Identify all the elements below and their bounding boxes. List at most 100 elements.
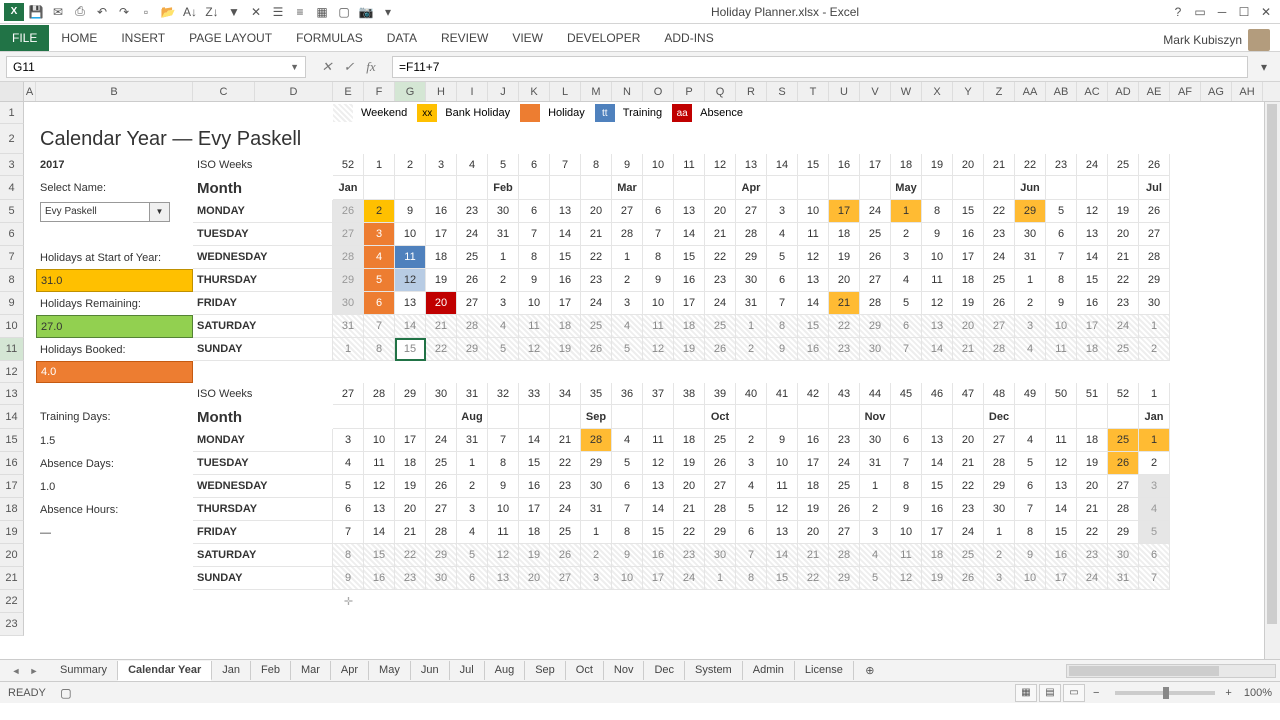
calendar-day[interactable]: 7 bbox=[767, 292, 798, 315]
calendar-day[interactable]: 22 bbox=[798, 567, 829, 590]
calendar-day[interactable]: 17 bbox=[829, 200, 860, 223]
sheet-tab-mar[interactable]: Mar bbox=[291, 661, 331, 680]
cell[interactable] bbox=[1046, 590, 1077, 613]
cell[interactable] bbox=[24, 269, 36, 292]
calendar-day[interactable]: 20 bbox=[829, 269, 860, 292]
iso-week[interactable]: 7 bbox=[550, 154, 581, 176]
calendar-day[interactable]: 16 bbox=[953, 223, 984, 246]
calendar-day[interactable]: 21 bbox=[1077, 498, 1108, 521]
calendar-day[interactable]: 24 bbox=[581, 292, 612, 315]
calendar-day[interactable]: 25 bbox=[860, 223, 891, 246]
cell[interactable] bbox=[24, 176, 36, 200]
sheet-tab-feb[interactable]: Feb bbox=[251, 661, 291, 680]
calendar-day[interactable]: 29 bbox=[829, 567, 860, 590]
calendar-day[interactable]: 24 bbox=[829, 452, 860, 475]
calendar-day[interactable]: 6 bbox=[333, 498, 364, 521]
cell[interactable] bbox=[984, 590, 1015, 613]
calendar-day[interactable]: 23 bbox=[550, 475, 581, 498]
calendar-day[interactable]: 1 bbox=[736, 315, 767, 338]
month-header[interactable] bbox=[953, 176, 984, 200]
iso-week[interactable]: 50 bbox=[1046, 383, 1077, 405]
calendar-day[interactable]: 8 bbox=[333, 544, 364, 567]
calendar-day[interactable]: 16 bbox=[674, 269, 705, 292]
calendar-day[interactable]: 27 bbox=[426, 498, 457, 521]
month-header[interactable] bbox=[1108, 176, 1139, 200]
calendar-day[interactable]: 17 bbox=[550, 292, 581, 315]
row-header-11[interactable]: 11 bbox=[0, 338, 24, 361]
page-break-view-icon[interactable]: ▭ bbox=[1063, 684, 1085, 702]
calendar-day[interactable]: 27 bbox=[736, 200, 767, 223]
calendar-day[interactable]: 7 bbox=[1139, 567, 1170, 590]
calendar-day[interactable]: 11 bbox=[519, 315, 550, 338]
calendar-day[interactable]: 15 bbox=[550, 246, 581, 269]
day-name[interactable]: THURSDAY bbox=[193, 498, 333, 521]
calendar-day[interactable]: 21 bbox=[829, 292, 860, 315]
row-header-2[interactable]: 2 bbox=[0, 124, 24, 154]
col-header-I[interactable]: I bbox=[457, 82, 488, 101]
zoom-level[interactable]: 100% bbox=[1244, 687, 1272, 699]
month-label-2[interactable]: Month bbox=[193, 405, 333, 429]
calendar-day[interactable]: 21 bbox=[798, 544, 829, 567]
calendar-day[interactable]: 4 bbox=[767, 223, 798, 246]
holidays-start-label[interactable]: Holidays at Start of Year: bbox=[36, 246, 193, 269]
calendar-day[interactable]: 11 bbox=[891, 544, 922, 567]
row-header-7[interactable]: 7 bbox=[0, 246, 24, 269]
month-header[interactable] bbox=[736, 405, 767, 429]
calendar-day[interactable]: 10 bbox=[364, 429, 395, 452]
calendar-day[interactable]: 7 bbox=[1015, 498, 1046, 521]
user-avatar-icon[interactable] bbox=[1248, 29, 1270, 51]
calendar-day[interactable]: 28 bbox=[612, 223, 643, 246]
calendar-day[interactable]: 2 bbox=[736, 338, 767, 361]
sheet-tab-aug[interactable]: Aug bbox=[485, 661, 526, 680]
calendar-day[interactable]: 7 bbox=[488, 429, 519, 452]
ribbon-tab-data[interactable]: DATA bbox=[375, 25, 429, 51]
calendar-day[interactable]: 15 bbox=[519, 452, 550, 475]
calendar-day[interactable]: 28 bbox=[829, 544, 860, 567]
calendar-day[interactable]: 12 bbox=[364, 475, 395, 498]
col-header-V[interactable]: V bbox=[860, 82, 891, 101]
calendar-day[interactable]: 24 bbox=[1077, 567, 1108, 590]
calendar-day[interactable]: 2 bbox=[581, 544, 612, 567]
calendar-day[interactable]: 18 bbox=[1077, 338, 1108, 361]
calendar-day[interactable]: 30 bbox=[984, 498, 1015, 521]
cell[interactable] bbox=[643, 361, 674, 383]
calendar-day[interactable]: 9 bbox=[891, 498, 922, 521]
cell[interactable] bbox=[581, 361, 612, 383]
calendar-day[interactable]: 15 bbox=[674, 246, 705, 269]
iso-week[interactable]: 22 bbox=[1015, 154, 1046, 176]
calendar-day[interactable]: 14 bbox=[922, 452, 953, 475]
iso-week[interactable]: 20 bbox=[953, 154, 984, 176]
ribbon-tab-page-layout[interactable]: PAGE LAYOUT bbox=[177, 25, 284, 51]
calendar-day[interactable]: 3 bbox=[612, 292, 643, 315]
calendar-day[interactable]: 4 bbox=[736, 475, 767, 498]
month-header[interactable] bbox=[922, 176, 953, 200]
month-header[interactable] bbox=[984, 176, 1015, 200]
calendar-day[interactable]: 20 bbox=[1108, 223, 1139, 246]
calendar-day[interactable]: 24 bbox=[1108, 315, 1139, 338]
formula-input[interactable]: =F11+7 bbox=[392, 56, 1248, 78]
cell[interactable] bbox=[643, 590, 674, 613]
calendar-day[interactable]: 24 bbox=[457, 223, 488, 246]
col-header-AG[interactable]: AG bbox=[1201, 82, 1232, 101]
cell[interactable] bbox=[24, 613, 36, 636]
calendar-day[interactable]: 19 bbox=[798, 498, 829, 521]
calendar-day[interactable]: 24 bbox=[953, 521, 984, 544]
month-header[interactable]: Apr bbox=[736, 176, 767, 200]
month-header[interactable] bbox=[550, 405, 581, 429]
calendar-day[interactable]: 25 bbox=[1108, 338, 1139, 361]
iso-week[interactable]: 41 bbox=[767, 383, 798, 405]
calendar-day[interactable]: 4 bbox=[612, 429, 643, 452]
calendar-day[interactable]: 24 bbox=[705, 292, 736, 315]
calendar-day[interactable]: 29 bbox=[1015, 200, 1046, 223]
cell[interactable] bbox=[395, 361, 426, 383]
calendar-day[interactable]: 21 bbox=[426, 315, 457, 338]
cell[interactable] bbox=[24, 405, 36, 429]
sheet-tab-jul[interactable]: Jul bbox=[450, 661, 485, 680]
calendar-day[interactable]: 13 bbox=[488, 567, 519, 590]
calendar-day[interactable]: 26 bbox=[705, 338, 736, 361]
calendar-day[interactable]: 18 bbox=[550, 315, 581, 338]
cell[interactable] bbox=[36, 590, 193, 613]
namebox-dropdown-icon[interactable]: ▼ bbox=[290, 62, 299, 72]
calendar-day[interactable]: 10 bbox=[922, 246, 953, 269]
calendar-day[interactable]: 26 bbox=[984, 292, 1015, 315]
